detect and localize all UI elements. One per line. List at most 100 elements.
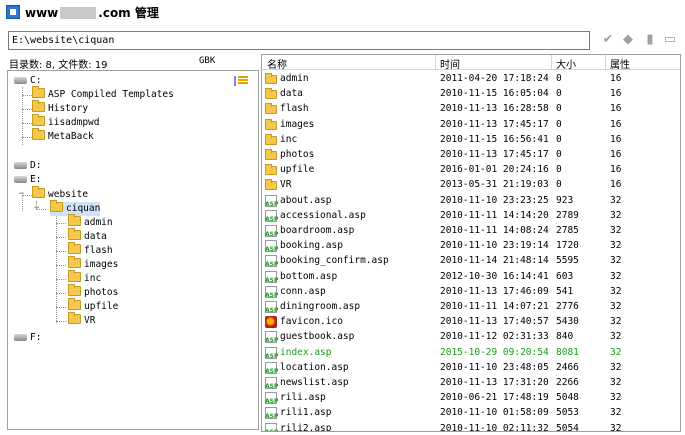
file-name: rili.asp bbox=[280, 392, 326, 404]
column-header-size[interactable]: 大小 bbox=[556, 56, 576, 71]
table-row[interactable]: rili2.asp 2010-11-10 02:11:32 5054 32 bbox=[262, 421, 680, 432]
file-name: guestbook.asp bbox=[280, 331, 355, 343]
file-attr: 32 bbox=[610, 331, 622, 343]
tree-label: photos bbox=[84, 287, 119, 298]
file-size: 0 bbox=[556, 149, 562, 160]
asp-file-icon bbox=[265, 361, 278, 375]
file-time: 2010-11-13 16:28:58 bbox=[440, 103, 549, 115]
tree-label: admin bbox=[84, 217, 113, 228]
asp-file-icon bbox=[265, 270, 278, 284]
tree-item-asp-compiled-templates[interactable]: ASP Compiled Templates bbox=[32, 86, 174, 102]
file-time: 2010-11-11 14:08:24 bbox=[440, 225, 549, 236]
stats-bar: 目录数: 8, 文件数: 19 GBK bbox=[9, 56, 253, 71]
window-icon[interactable]: ▭ bbox=[662, 32, 678, 48]
encoding-label: GBK bbox=[199, 56, 216, 66]
file-time: 2010-11-13 17:40:57 bbox=[440, 316, 549, 328]
redacted-block bbox=[60, 7, 97, 19]
file-name: favicon.ico bbox=[280, 316, 343, 328]
table-row[interactable]: location.asp 2010-11-10 23:48:05 2466 32 bbox=[262, 360, 680, 375]
table-row[interactable]: inc 2010-11-15 16:56:41 0 16 bbox=[262, 132, 680, 147]
table-row[interactable]: diningroom.asp 2010-11-11 14:07:21 2776 32 bbox=[262, 299, 680, 314]
tree-label: images bbox=[84, 259, 119, 270]
collapse-toggle-icon[interactable]: − bbox=[19, 189, 24, 199]
table-row[interactable]: index.asp 2015-10-29 09:20:54 8081 32 bbox=[262, 345, 680, 360]
table-row[interactable]: VR 2013-05-31 21:19:03 0 16 bbox=[262, 177, 680, 192]
tree-drive-e[interactable]: E: bbox=[14, 173, 41, 187]
drive-icon bbox=[14, 334, 27, 341]
folder-icon bbox=[265, 118, 277, 130]
file-time: 2016-01-01 20:24:16 bbox=[440, 164, 549, 176]
lock-icon[interactable]: ▮ bbox=[642, 32, 658, 48]
asp-file-icon bbox=[265, 346, 278, 360]
file-name: index.asp bbox=[280, 346, 332, 358]
tree-item-vr[interactable]: VR bbox=[68, 312, 95, 328]
tree-label: MetaBack bbox=[48, 131, 94, 142]
file-attr: 32 bbox=[610, 194, 622, 206]
table-row[interactable]: bottom.asp 2012-10-30 16:14:41 603 32 bbox=[262, 269, 680, 284]
folder-icon bbox=[32, 86, 45, 98]
back-arrow-icon[interactable]: ◆ bbox=[620, 32, 636, 48]
tree-drive-d[interactable]: D: bbox=[14, 159, 41, 173]
file-size: 840 bbox=[556, 331, 574, 343]
file-attr: 16 bbox=[610, 73, 622, 84]
table-row[interactable]: photos 2010-11-13 17:45:17 0 16 bbox=[262, 147, 680, 162]
table-row[interactable]: conn.asp 2010-11-13 17:46:09 541 32 bbox=[262, 284, 680, 299]
table-row[interactable]: data 2010-11-15 16:05:04 0 16 bbox=[262, 86, 680, 101]
table-row[interactable]: boardroom.asp 2010-11-11 14:08:24 2785 32 bbox=[262, 223, 680, 238]
table-row[interactable]: accessional.asp 2010-11-11 14:14:20 2789 32 bbox=[262, 208, 680, 223]
file-name: boardroom.asp bbox=[280, 225, 355, 236]
file-name: images bbox=[280, 118, 315, 130]
table-row[interactable]: rili1.asp 2010-11-10 01:58:09 5053 32 bbox=[262, 405, 680, 420]
confirm-icon[interactable]: ✔ bbox=[600, 32, 616, 48]
tree-item-ciquan-selected[interactable]: ciquan bbox=[50, 200, 101, 216]
table-row[interactable]: admin 2011-04-20 17:18:24 0 16 bbox=[262, 71, 680, 86]
column-header-name[interactable]: 名称 bbox=[267, 56, 287, 71]
tree-drive-f[interactable]: F: bbox=[14, 331, 41, 345]
directory-tree[interactable]: C: ASP Compiled Templates History iisadm… bbox=[7, 70, 259, 430]
file-size: 0 bbox=[556, 103, 562, 115]
tree-item-history[interactable]: History bbox=[32, 100, 88, 116]
tree-label: data bbox=[84, 231, 107, 242]
folder-icon bbox=[265, 103, 277, 115]
tree-item-iisadmpwd[interactable]: iisadmpwd bbox=[32, 114, 99, 130]
path-input[interactable] bbox=[8, 31, 590, 50]
file-attr: 16 bbox=[610, 103, 622, 115]
table-row[interactable]: guestbook.asp 2010-11-12 02:31:33 840 32 bbox=[262, 329, 680, 344]
folder-icon bbox=[265, 164, 277, 176]
file-size: 923 bbox=[556, 194, 574, 206]
tree-item-metaback[interactable]: MetaBack bbox=[32, 128, 94, 144]
asp-file-icon bbox=[265, 194, 278, 208]
ico-file-icon bbox=[265, 316, 277, 329]
table-row[interactable]: about.asp 2010-11-10 23:23:25 923 32 bbox=[262, 193, 680, 208]
collapse-toggle-icon[interactable]: − bbox=[34, 203, 39, 213]
tree-label: inc bbox=[84, 273, 102, 284]
table-row[interactable]: flash 2010-11-13 16:28:58 0 16 bbox=[262, 101, 680, 116]
tree-item-images[interactable]: images bbox=[68, 256, 119, 272]
file-name: booking_confirm.asp bbox=[280, 255, 389, 267]
tree-item-upfile[interactable]: upfile bbox=[68, 298, 118, 314]
table-row[interactable]: booking_confirm.asp 2010-11-14 21:48:14 55… bbox=[262, 253, 680, 268]
file-size: 5054 bbox=[556, 422, 579, 432]
table-row[interactable]: upfile 2016-01-01 20:24:16 0 16 bbox=[262, 162, 680, 177]
file-attr: 32 bbox=[610, 209, 622, 221]
file-size: 0 bbox=[556, 164, 562, 176]
tree-item-website[interactable]: website bbox=[32, 186, 88, 202]
tree-item-photos[interactable]: photos bbox=[68, 284, 119, 300]
file-time: 2015-10-29 09:20:54 bbox=[440, 346, 549, 358]
file-time: 2010-11-10 23:19:14 bbox=[440, 240, 549, 252]
file-attr: 32 bbox=[610, 285, 622, 297]
table-row[interactable]: rili.asp 2010-06-21 17:48:19 5048 32 bbox=[262, 390, 680, 405]
column-header-time[interactable]: 时间 bbox=[440, 56, 460, 71]
left-panel: 目录数: 8, 文件数: 19 GBK C: ASP Compiled Temp… bbox=[3, 54, 259, 432]
title-prefix: www bbox=[25, 6, 59, 20]
file-name: inc bbox=[280, 133, 298, 145]
table-row[interactable]: newslist.asp 2010-11-13 17:31:20 2266 32 bbox=[262, 375, 680, 390]
table-row[interactable]: images 2010-11-13 17:45:17 0 16 bbox=[262, 117, 680, 132]
table-row[interactable]: favicon.ico 2010-11-13 17:40:57 5430 32 bbox=[262, 314, 680, 329]
file-name: accessional.asp bbox=[280, 209, 366, 221]
column-header-attr[interactable]: 属性 bbox=[610, 56, 630, 71]
file-name: diningroom.asp bbox=[280, 301, 361, 312]
tree-options-icon[interactable] bbox=[234, 75, 248, 87]
table-row[interactable]: booking.asp 2010-11-10 23:19:14 1720 32 bbox=[262, 238, 680, 253]
folder-icon bbox=[68, 256, 81, 268]
